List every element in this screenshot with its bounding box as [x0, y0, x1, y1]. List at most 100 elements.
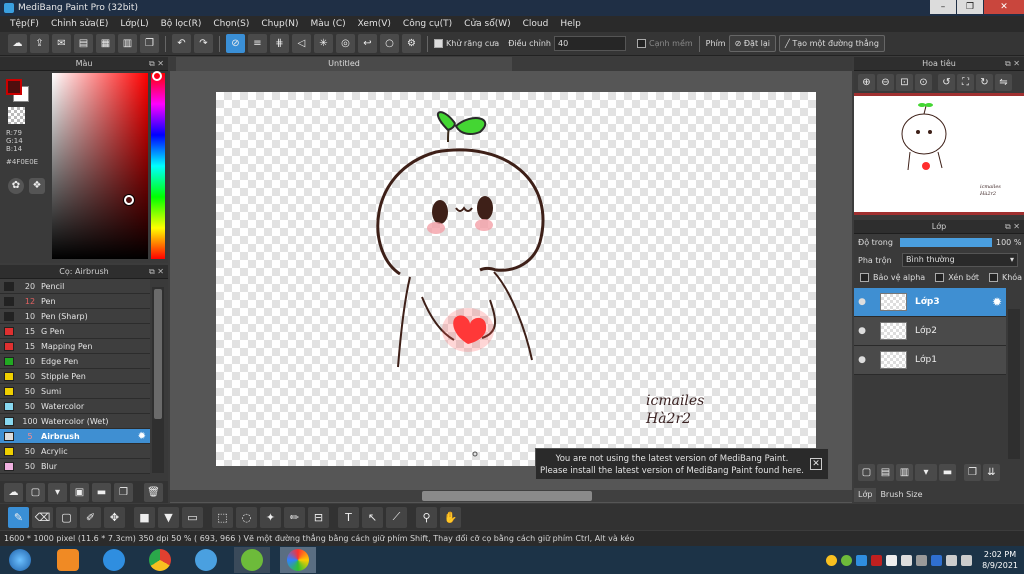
- taskbar-chrome[interactable]: [142, 547, 178, 573]
- tray-antivirus-icon[interactable]: [871, 554, 883, 566]
- adjust-select[interactable]: 40: [553, 36, 626, 51]
- tray-chrome-icon[interactable]: [826, 554, 838, 566]
- tray-unikey-icon[interactable]: [886, 554, 898, 566]
- fill-rect-tool-icon[interactable]: ■: [134, 506, 155, 528]
- duplicate-layer-icon[interactable]: ❐: [964, 463, 981, 481]
- navigator-preview[interactable]: icmailes Hà2r2: [854, 93, 1024, 215]
- gradient-tool-icon[interactable]: ▭: [182, 506, 203, 528]
- tab-brush-size[interactable]: Brush Size: [876, 488, 926, 502]
- straight-line-button[interactable]: ╱ Tạo một đường thẳng: [778, 35, 885, 52]
- antialias-checkbox[interactable]: [434, 39, 443, 48]
- curve-snap-icon[interactable]: ↩: [358, 34, 377, 53]
- brush-item-stipple-pen[interactable]: 50 Stipple Pen: [0, 369, 150, 384]
- close-button[interactable]: ✕: [984, 0, 1024, 14]
- menu-snap[interactable]: Chụp(N): [255, 19, 304, 29]
- menu-color[interactable]: Màu (C): [305, 19, 352, 29]
- layer-item-lop3[interactable]: ● Lớp3 ✹: [854, 288, 1006, 317]
- document-icon[interactable]: ▦: [96, 34, 115, 53]
- rotate-left-icon[interactable]: ↺: [938, 73, 955, 91]
- saturation-value-square[interactable]: [52, 73, 148, 259]
- menu-select[interactable]: Chọn(S): [207, 19, 255, 29]
- new-brush-icon[interactable]: ▢: [26, 482, 45, 502]
- move-tool-icon[interactable]: ✥: [104, 506, 125, 528]
- opacity-slider[interactable]: [900, 238, 992, 247]
- menu-layer[interactable]: Lớp(L): [114, 19, 154, 29]
- brush-duplicate-icon[interactable]: ❐: [114, 482, 133, 502]
- add-layer-menu-icon[interactable]: ▾: [915, 463, 937, 481]
- select-tool-icon[interactable]: ⬚: [212, 506, 233, 528]
- canvas-horizontal-scrollbar[interactable]: [170, 490, 852, 502]
- visibility-dot-icon[interactable]: ●: [854, 355, 870, 365]
- zoom-out-icon[interactable]: ⊖: [877, 73, 894, 91]
- brush-item-sumi[interactable]: 50 Sumi: [0, 384, 150, 399]
- panel-expand-icon[interactable]: ⧉ ✕: [149, 57, 164, 71]
- reset-button[interactable]: ⊘ Đặt lại: [728, 35, 776, 52]
- concentric-snap-icon[interactable]: ◎: [336, 34, 355, 53]
- hue-slider[interactable]: [151, 73, 165, 259]
- operation-tool-icon[interactable]: ↖: [362, 506, 383, 528]
- menu-window[interactable]: Cửa sổ(W): [458, 19, 516, 29]
- dot-tool-icon[interactable]: ✐: [80, 506, 101, 528]
- rotate-right-icon[interactable]: ↻: [976, 73, 993, 91]
- select-pen-tool-icon[interactable]: ✏: [284, 506, 305, 528]
- tray-flag-icon[interactable]: [901, 554, 913, 566]
- brush-item-edge-pen[interactable]: 10 Edge Pen: [0, 354, 150, 369]
- primary-color-swatch[interactable]: [6, 79, 22, 95]
- radial-snap-icon[interactable]: ✳: [314, 34, 333, 53]
- zoom-in-icon[interactable]: ⊕: [858, 73, 875, 91]
- visibility-dot-icon[interactable]: ●: [854, 297, 870, 307]
- soft-edge-checkbox[interactable]: [636, 39, 646, 48]
- brush-item-mapping-pen[interactable]: 15 Mapping Pen: [0, 339, 150, 354]
- lasso-tool-icon[interactable]: ◌: [236, 506, 257, 528]
- layer-folder-icon[interactable]: ▬: [939, 463, 956, 481]
- maximize-button[interactable]: ❐: [957, 0, 983, 14]
- brush-item-pen-sharp[interactable]: 10 Pen (Sharp): [0, 309, 150, 324]
- parallel-snap-icon[interactable]: ≡: [248, 34, 267, 53]
- menu-tools[interactable]: Công cụ(T): [397, 19, 458, 29]
- settings-icon[interactable]: ⚙: [402, 34, 421, 53]
- brush-item-acrylic[interactable]: 50 Acrylic: [0, 444, 150, 459]
- palette-icon[interactable]: ✿: [8, 178, 24, 194]
- zoom-actual-icon[interactable]: ⊙: [915, 73, 932, 91]
- new-layer-icon[interactable]: ▢: [858, 463, 875, 481]
- brush-settings-gear-icon[interactable]: ✹: [138, 431, 146, 442]
- taskbar-medibang[interactable]: [280, 547, 316, 573]
- tray-volume-icon[interactable]: [961, 554, 973, 566]
- cross-snap-icon[interactable]: ⋕: [270, 34, 289, 53]
- transparent-swatch[interactable]: [8, 107, 25, 124]
- merge-layer-icon[interactable]: ⇊: [983, 463, 1000, 481]
- color-picker-cursor[interactable]: [124, 195, 134, 205]
- chat-icon[interactable]: ▤: [74, 34, 93, 53]
- new-8bit-layer-icon[interactable]: ▥: [896, 463, 913, 481]
- start-button[interactable]: [0, 547, 40, 573]
- blend-select[interactable]: Bình thường ▾: [902, 253, 1018, 267]
- rectangle-select-tool-icon[interactable]: ▢: [56, 506, 77, 528]
- document-tab[interactable]: Untitled: [176, 57, 512, 71]
- clipping-checkbox[interactable]: [935, 273, 945, 282]
- comment-icon[interactable]: ✉: [52, 34, 71, 53]
- canvas-scroll-thumb[interactable]: [422, 491, 592, 501]
- tray-bluetooth-icon[interactable]: [931, 554, 943, 566]
- protect-alpha-checkbox[interactable]: [860, 273, 869, 282]
- hand-tool-icon[interactable]: ✋: [440, 506, 461, 528]
- divide-tool-icon[interactable]: ⟋: [386, 506, 407, 528]
- brush-folder-icon[interactable]: ▬: [92, 482, 111, 502]
- tray-arrow-icon[interactable]: [916, 554, 928, 566]
- menu-help[interactable]: Help: [554, 19, 587, 29]
- brush-scroll-thumb[interactable]: [154, 289, 162, 419]
- panel-expand-icon[interactable]: ⧉ ✕: [1005, 220, 1020, 234]
- undo-icon[interactable]: ↶: [172, 34, 191, 53]
- tray-coccoc-icon[interactable]: [841, 554, 853, 566]
- export-icon[interactable]: ⇪: [30, 34, 49, 53]
- brush-item-pencil[interactable]: 20 Pencil: [0, 279, 150, 294]
- eyedropper-tool-icon[interactable]: ⚲: [416, 506, 437, 528]
- vanish-snap-icon[interactable]: ◁: [292, 34, 311, 53]
- fit-window-icon[interactable]: ⊡: [896, 73, 913, 91]
- brush-item-watercolor-wet[interactable]: 100 Watercolor (Wet): [0, 414, 150, 429]
- lock-checkbox[interactable]: [988, 273, 998, 282]
- new-halftone-layer-icon[interactable]: ▤: [877, 463, 894, 481]
- hue-slider-handle[interactable]: [152, 71, 162, 81]
- minimize-button[interactable]: –: [930, 0, 956, 14]
- taskbar-media-player[interactable]: [50, 547, 86, 573]
- palette-add-icon[interactable]: ❖: [29, 178, 45, 194]
